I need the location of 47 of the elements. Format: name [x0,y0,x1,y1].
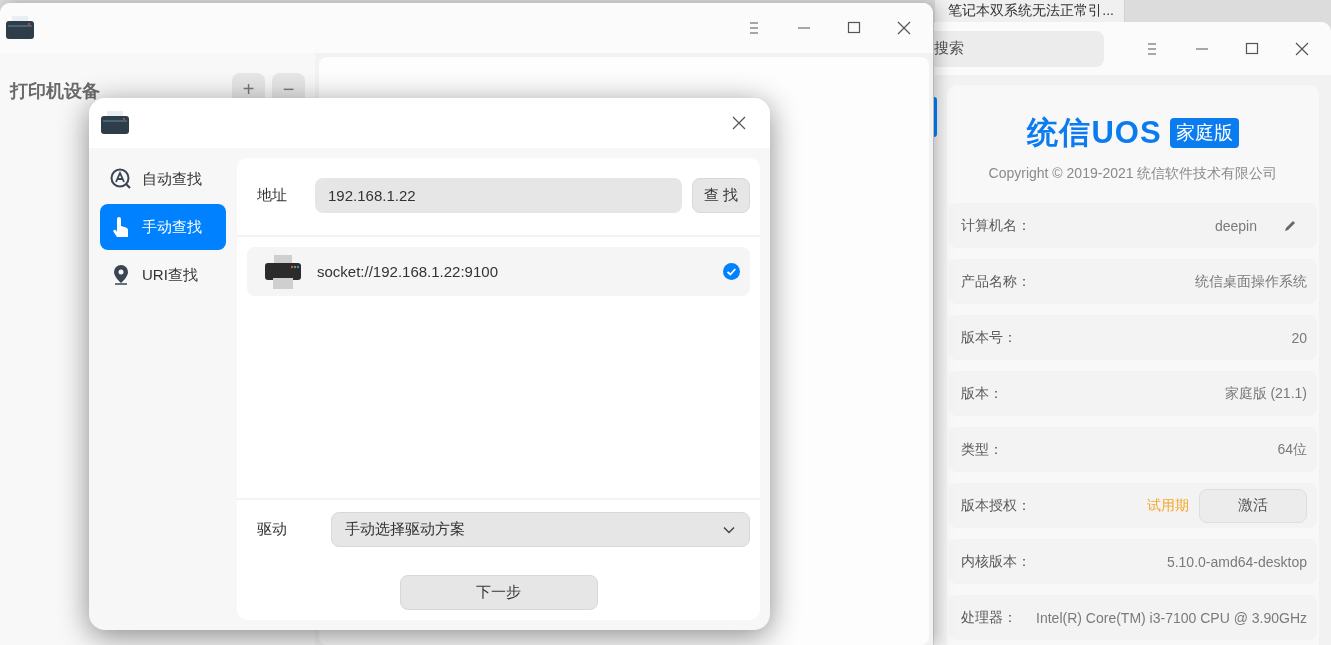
printer-app-icon [101,111,129,135]
auto-search-icon [110,168,132,190]
selected-sidebar-item[interactable] [934,97,937,137]
printer-icon [265,253,301,290]
minimize-icon [1196,47,1208,50]
sidebar-heading: 打印机设备 [10,80,101,103]
device-uri: socket://192.168.1.22:9100 [317,263,499,280]
driver-label: 驱动 [257,520,288,539]
edition-badge: 家庭版 [1169,118,1239,148]
info-value: 家庭版 (21.1) [1224,384,1307,403]
browser-tab[interactable]: 笔记本双系统无法正常引... [935,0,1125,22]
info-label: 产品名称： [961,272,1032,291]
next-button[interactable]: 下一步 [399,575,598,610]
logo-text: 统信UOS [1027,114,1162,152]
find-button[interactable]: 查 找 [692,178,750,213]
nav-item[interactable]: 自动查找 [100,156,226,202]
address-label: 地址 [257,186,288,205]
info-label: 版本号： [961,328,1018,347]
driver-dropdown[interactable]: 手动选择驱动方案 [331,512,750,547]
info-label: 计算机名： [961,216,1032,235]
info-value: 64位 [1277,440,1307,459]
info-value: 试用期 [1147,496,1189,515]
minimize-icon [798,27,810,29]
activate-button[interactable]: 激活 [1199,488,1307,523]
pencil-icon [1283,218,1297,233]
info-value: deepin [1214,217,1257,234]
info-label: 版本： [961,384,1004,403]
info-label: 类型： [961,440,1004,459]
address-field[interactable]: 192.168.1.22 [315,178,682,213]
nav-item[interactable]: URI查找 [100,252,226,298]
search-field[interactable]: 搜索 [934,30,1104,67]
info-value: Intel(R) Core(TM) i3-7100 CPU @ 3.90GHz [1036,609,1307,626]
printer-app-icon [6,16,34,40]
info-value: 5.10.0-amd64-desktop [1166,553,1307,570]
info-value: 20 [1291,329,1307,346]
device-item[interactable]: socket://192.168.1.22:9100 [247,247,750,296]
maximize-icon [1244,40,1260,57]
nav-item[interactable]: 手动查找 [100,204,226,250]
maximize-icon [846,20,862,36]
close-icon [896,20,912,36]
info-label: 内核版本： [961,552,1032,571]
info-label: 处理器： [961,608,1018,627]
copyright-text: Copyright © 2019-2021 统信软件技术有限公司 [988,165,1278,183]
info-value: 统信桌面操作系统 [1195,272,1307,291]
close-icon [731,115,747,131]
close-icon [1294,40,1310,57]
info-label: 版本授权： [961,496,1032,515]
